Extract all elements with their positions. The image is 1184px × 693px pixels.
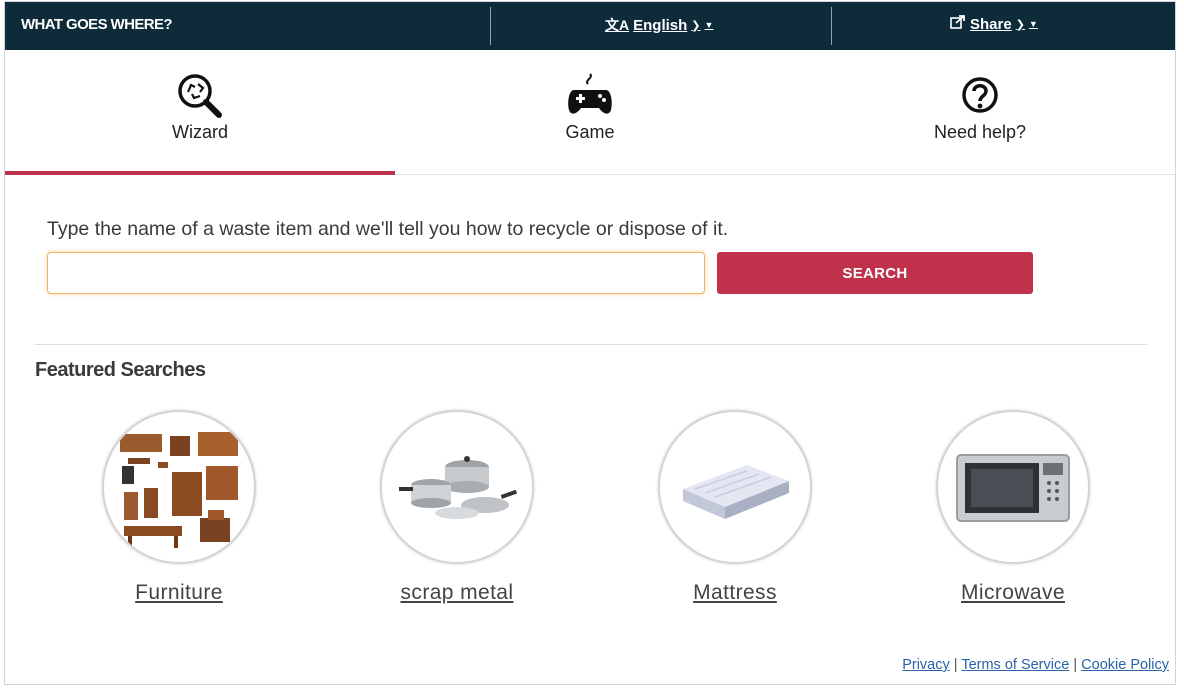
- caret-down-icon: ▼: [1028, 19, 1038, 29]
- search-input[interactable]: [47, 252, 705, 294]
- brand-title: WHAT GOES WHERE?: [21, 16, 173, 33]
- share-button[interactable]: Share ❯ ▼: [950, 15, 1038, 33]
- footer-separator: |: [953, 657, 958, 673]
- mattress-image: [658, 410, 812, 564]
- question-circle-icon: [956, 72, 1004, 123]
- search-button[interactable]: SEARCH: [717, 252, 1033, 294]
- app-frame: WHAT GOES WHERE? 文A English ❯ ▼ Share ❯ …: [4, 1, 1176, 685]
- tab-help[interactable]: Need help?: [785, 50, 1175, 174]
- caret-down-icon: ▼: [704, 20, 714, 30]
- recycle-search-icon: [176, 72, 224, 123]
- tab-label: Need help?: [933, 122, 1027, 142]
- translate-icon: 文A: [605, 17, 630, 33]
- footer-separator: |: [1073, 657, 1078, 673]
- divider: [35, 344, 1147, 345]
- share-icon: [950, 15, 966, 33]
- terms-link[interactable]: Terms of Service: [961, 657, 1069, 673]
- featured-item-label: scrap metal: [400, 581, 514, 604]
- privacy-link[interactable]: Privacy: [902, 657, 950, 673]
- featured-item-scrap-metal[interactable]: scrap metal: [367, 410, 547, 605]
- chevron-down-icon: ❯: [1015, 18, 1025, 31]
- share-label: Share: [970, 15, 1012, 33]
- tab-label: Wizard: [171, 122, 228, 142]
- microwave-image: [936, 410, 1090, 564]
- tab-label: Game: [565, 122, 615, 142]
- featured-item-microwave[interactable]: Microwave: [923, 410, 1103, 605]
- featured-item-furniture[interactable]: Furniture: [89, 410, 269, 605]
- tab-bar: Wizard Game Need help?: [5, 50, 1175, 175]
- featured-item-label: Mattress: [693, 581, 777, 604]
- top-bar: WHAT GOES WHERE? 文A English ❯ ▼ Share ❯ …: [5, 2, 1175, 50]
- cookie-policy-link[interactable]: Cookie Policy: [1081, 657, 1169, 673]
- tab-wizard[interactable]: Wizard: [5, 50, 395, 175]
- furniture-image: [102, 410, 256, 564]
- tab-game[interactable]: Game: [395, 50, 785, 174]
- divider: [490, 7, 491, 45]
- footer-links: Privacy | Terms of Service | Cookie Poli…: [902, 657, 1169, 673]
- featured-title: Featured Searches: [35, 359, 206, 381]
- language-selector[interactable]: 文A English ❯ ▼: [605, 15, 713, 35]
- gamepad-icon: [566, 72, 614, 123]
- language-label: English: [633, 16, 688, 34]
- divider: [831, 7, 832, 45]
- featured-item-label: Furniture: [135, 581, 223, 604]
- chevron-down-icon: ❯: [691, 19, 701, 32]
- featured-item-label: Microwave: [961, 581, 1065, 604]
- cookware-image: [380, 410, 534, 564]
- search-prompt: Type the name of a waste item and we'll …: [47, 218, 729, 240]
- featured-item-mattress[interactable]: Mattress: [645, 410, 825, 605]
